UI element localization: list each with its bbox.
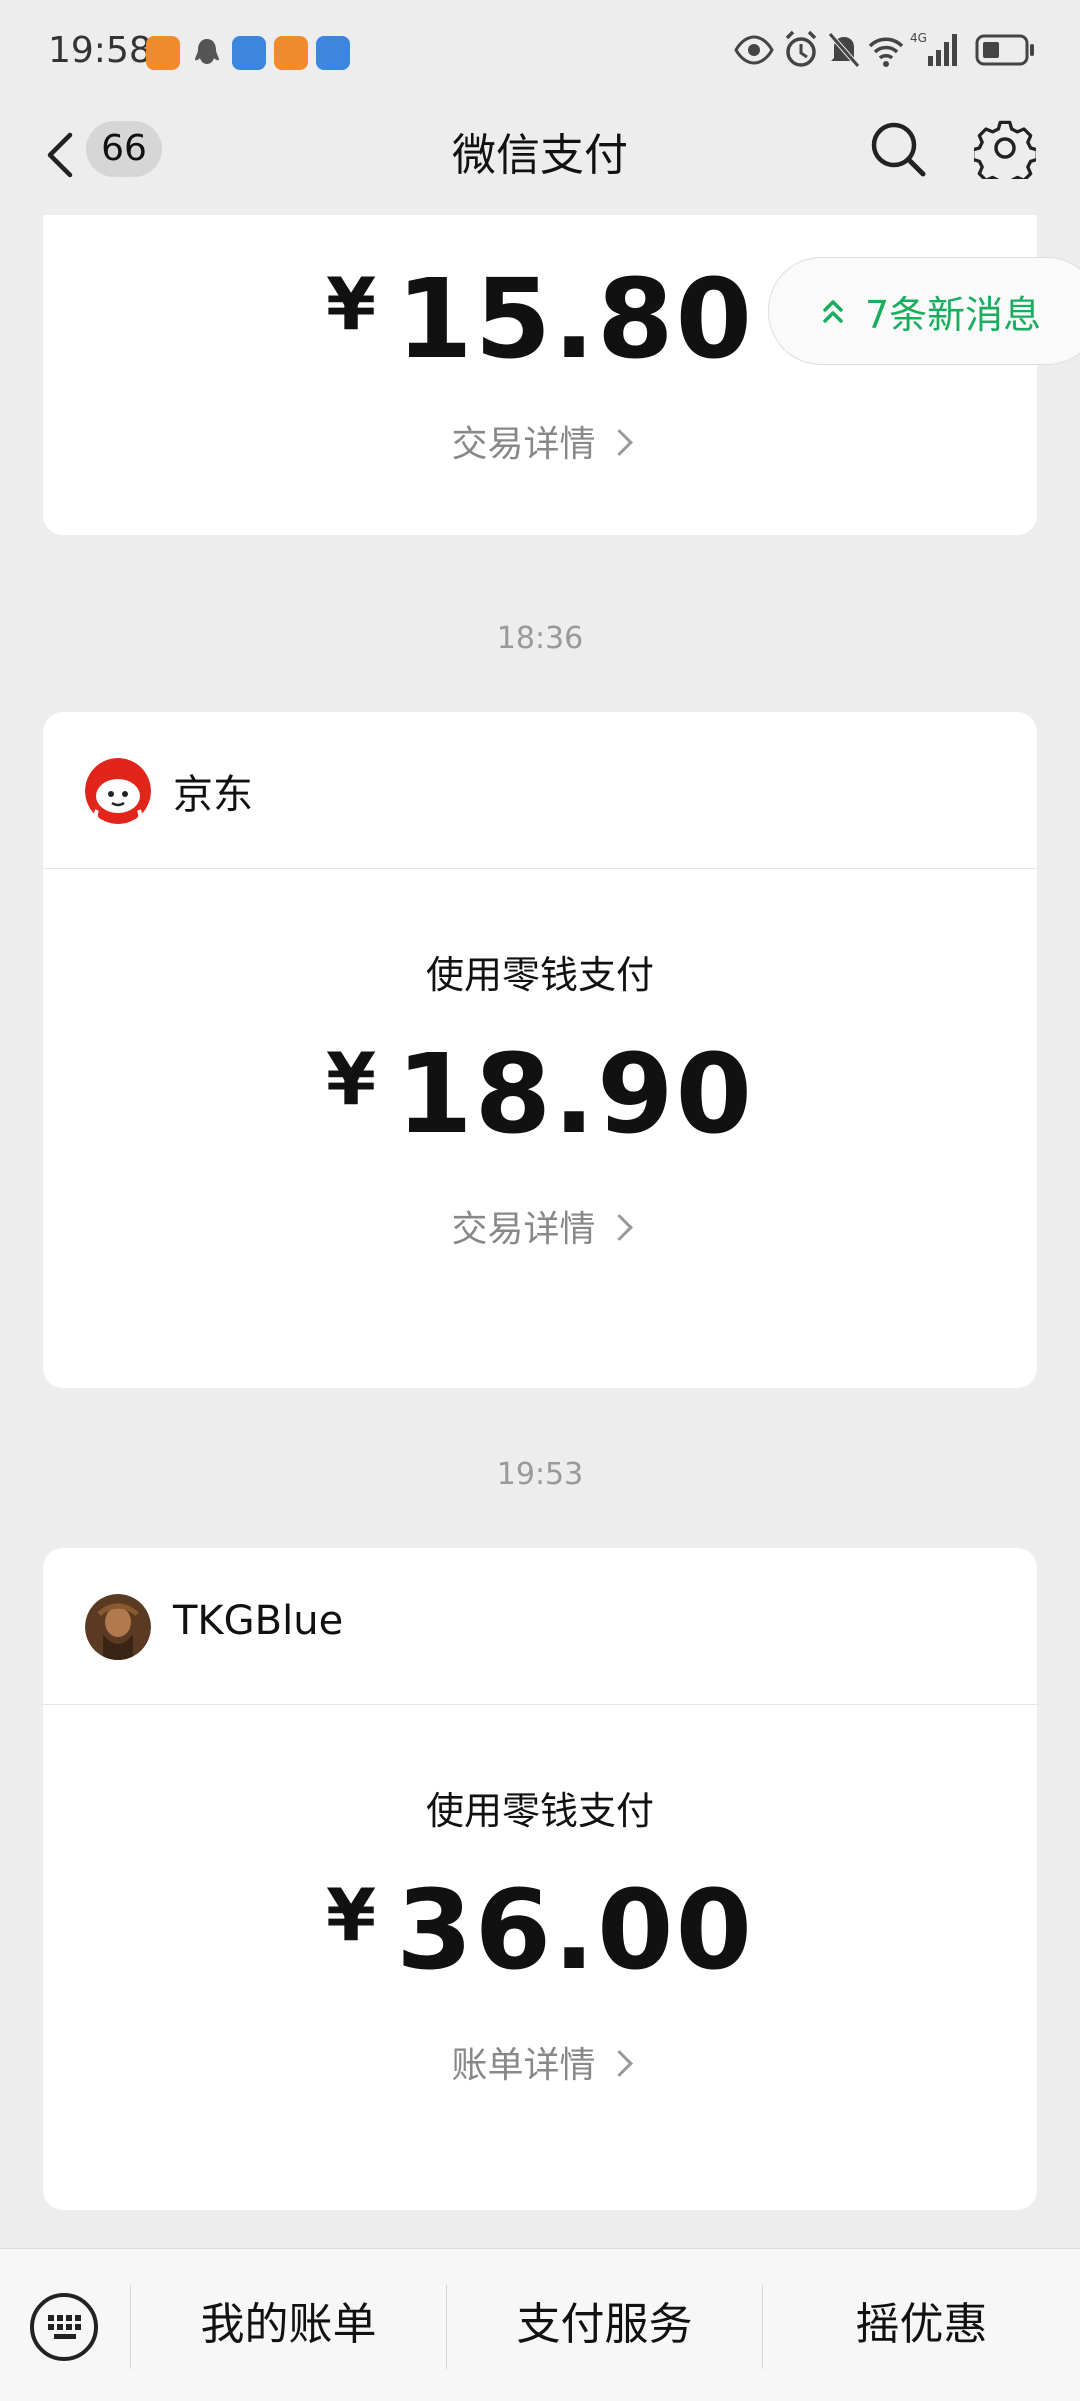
payment-amount: ¥36.00 <box>325 1866 755 1994</box>
payment-amount: ¥18.90 <box>325 1030 755 1158</box>
status-time: 19:58 <box>48 30 152 71</box>
merchant-name: TKGBlue <box>173 1598 344 1644</box>
alarm-icon <box>785 30 817 67</box>
qq-icon <box>190 36 224 70</box>
merchant-name: 京东 <box>173 772 253 818</box>
double-chevron-up-icon <box>823 300 843 323</box>
app-notification-icon <box>146 36 180 70</box>
eye-icon <box>734 35 774 65</box>
payment-method: 使用零钱支付 <box>425 1789 654 1833</box>
new-messages-label: 7条新消息 <box>865 293 1042 337</box>
app-notification-icon <box>274 36 308 70</box>
keyboard-icon[interactable] <box>28 2291 100 2363</box>
bottom-menu-bar: 我的账单 支付服务 摇优惠 <box>0 2248 1080 2401</box>
payment-card[interactable]: TKGBlue 使用零钱支付 ¥36.00 账单详情 <box>43 1548 1037 2210</box>
mute-icon <box>828 32 860 68</box>
gear-icon[interactable] <box>974 117 1036 179</box>
app-notification-icon <box>316 36 350 70</box>
jd-logo-icon <box>85 758 151 824</box>
payment-services-menu[interactable]: 支付服务 <box>447 2249 762 2401</box>
payment-method: 使用零钱支付 <box>425 953 654 997</box>
message-list: ¥15.80 交易详情 7条新消息 18:36 京东 使用零钱支付 ¥ 18.9… <box>0 215 1080 2248</box>
card-header: TKGBlue <box>43 1548 1037 1705</box>
battery-icon <box>975 34 1034 66</box>
signal-icon: 4G <box>910 31 957 66</box>
search-icon[interactable] <box>868 119 928 179</box>
transaction-detail-link[interactable]: 交易详情 <box>43 415 1037 467</box>
payment-card[interactable]: 京东 使用零钱支付 ¥18.90 交易详情 <box>43 712 1037 1388</box>
app-notification-icon <box>232 36 266 70</box>
bill-detail-link[interactable]: 账单详情 <box>43 2036 1037 2088</box>
chevron-right-icon <box>605 429 633 456</box>
chevron-right-icon <box>605 1214 633 1241</box>
svg-text:4G: 4G <box>910 31 927 45</box>
top-nav-bar: 66 微信支付 <box>0 105 1080 215</box>
wifi-icon <box>868 37 904 67</box>
user-avatar <box>85 1594 151 1660</box>
shake-offers-menu[interactable]: 摇优惠 <box>763 2249 1080 2401</box>
my-bills-menu[interactable]: 我的账单 <box>131 2249 446 2401</box>
message-timestamp: 18:36 <box>496 621 584 656</box>
status-bar: 19:58 4G <box>0 0 1080 105</box>
card-header: 京东 <box>43 712 1037 869</box>
message-timestamp: 19:53 <box>496 1457 584 1492</box>
chevron-right-icon <box>605 2050 633 2077</box>
transaction-detail-link[interactable]: 交易详情 <box>43 1200 1037 1252</box>
new-messages-button[interactable]: 7条新消息 <box>768 257 1080 365</box>
